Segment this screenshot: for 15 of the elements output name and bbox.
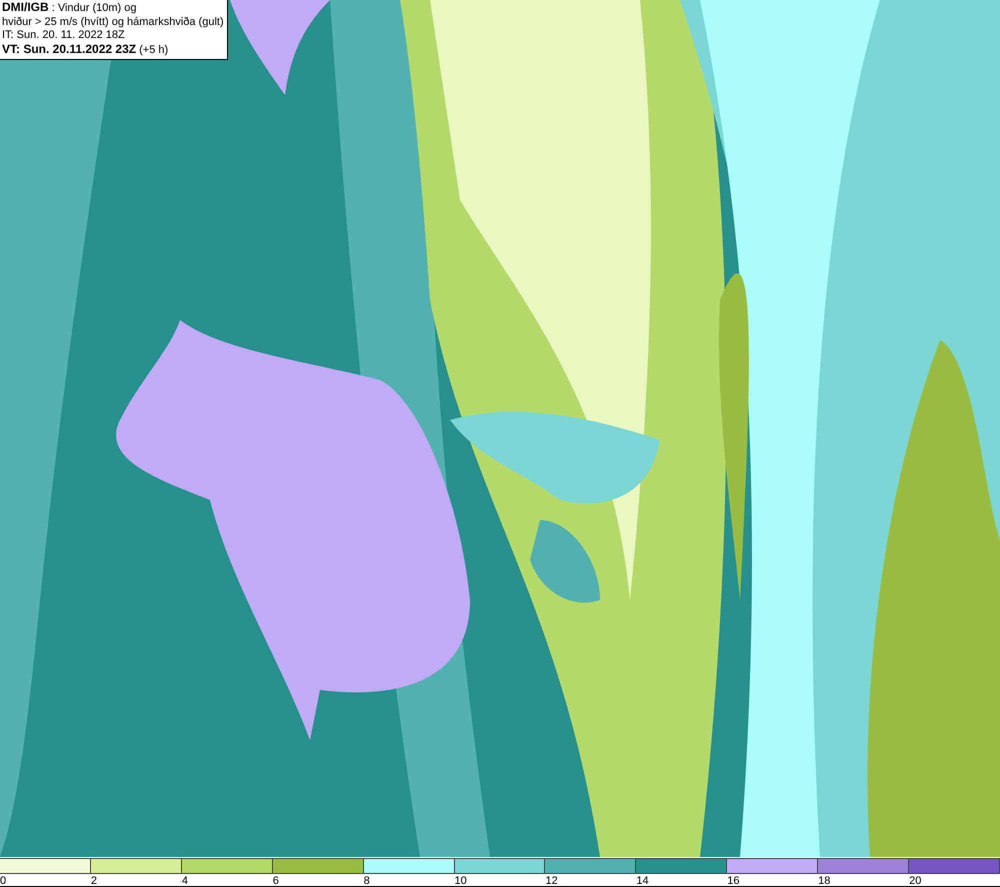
info-text: VT: Sun. 20.11.2022 23Z (+5 h) [2, 42, 170, 57]
legend-label: 8 [364, 875, 370, 887]
legend-label: 2 [90, 875, 98, 887]
info-text: hviður > 25 m/s (hvítt) og hámarkshviða (gult) [2, 16, 224, 29]
legend-label: 6 [272, 875, 279, 887]
legend-label: 0 [0, 875, 6, 887]
legend-label: 12 [545, 875, 558, 887]
legend-label: 16 [727, 875, 740, 887]
legend-label: 14 [636, 875, 649, 887]
legend-label: 18 [818, 875, 830, 887]
info-text: DMI/IGB : Vindur (10m) og [2, 1, 138, 16]
legend-label: 20 [909, 875, 922, 887]
legend-label: 4 [182, 875, 188, 887]
info-text: IT: Sun. 20. 11. 2022 18Z [2, 29, 126, 42]
legend-label: 10 [454, 875, 467, 887]
